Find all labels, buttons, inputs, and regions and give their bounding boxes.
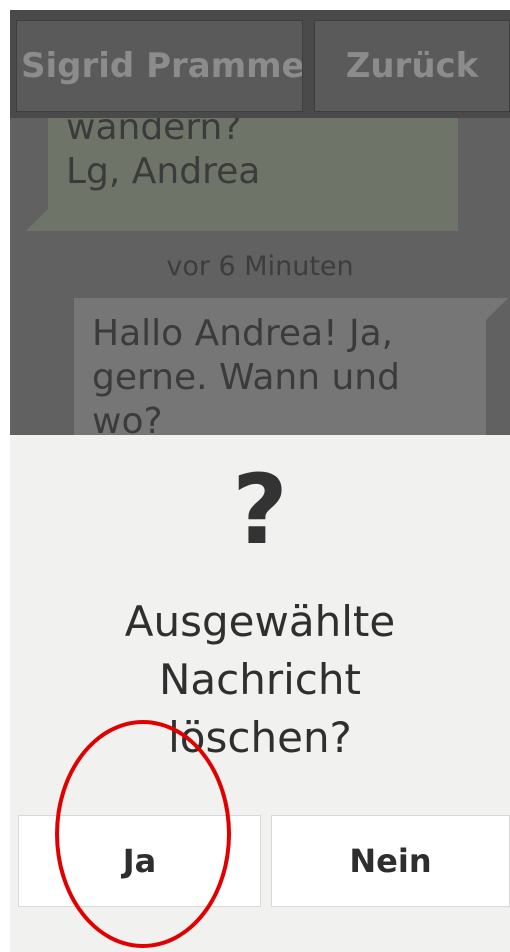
header-bar: Sigrid Pramme Zurück <box>10 10 510 118</box>
bubble-tail <box>26 209 48 231</box>
message-text-line: gerne. Wann und <box>92 357 400 398</box>
message-text-line: Hallo Andrea! Ja, <box>92 313 394 354</box>
bubble-tail <box>486 298 508 320</box>
question-mark-icon: ? <box>232 454 288 566</box>
screen: Sigrid Pramme Zurück wandern? Lg, Andrea… <box>0 0 510 952</box>
outgoing-message-bubble[interactable]: Hallo Andrea! Ja, gerne. Wann und wo? <box>74 298 508 445</box>
delete-confirm-dialog: ? Ausgewählte Nachricht löschen? Ja Nein <box>10 435 510 952</box>
prompt-line: Nachricht <box>159 655 361 704</box>
prompt-line: Ausgewählte <box>124 597 396 646</box>
dialog-prompt: Ausgewählte Nachricht löschen? <box>10 593 510 767</box>
message-text-line: wandern? <box>66 118 242 148</box>
chat-area: wandern? Lg, Andrea vor 6 Minuten Hallo … <box>10 118 510 445</box>
incoming-message-bubble[interactable]: wandern? Lg, Andrea <box>26 118 458 231</box>
back-button[interactable]: Zurück <box>314 20 510 112</box>
phone-screen: Sigrid Pramme Zurück wandern? Lg, Andrea… <box>10 10 510 952</box>
contact-name-button[interactable]: Sigrid Pramme <box>16 20 303 112</box>
message-text-line: Lg, Andrea <box>66 151 261 192</box>
prompt-line: löschen? <box>168 713 352 762</box>
yes-button[interactable]: Ja <box>18 815 261 907</box>
message-timestamp: vor 6 Minuten <box>166 251 354 282</box>
no-button[interactable]: Nein <box>271 815 510 907</box>
